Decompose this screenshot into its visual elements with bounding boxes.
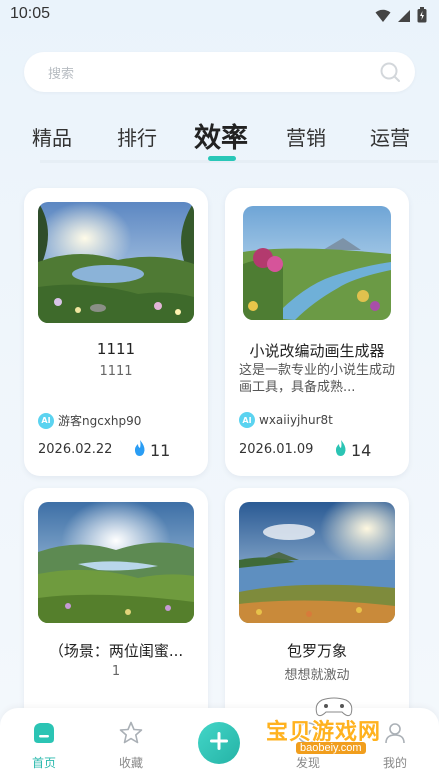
likes-count: 14	[351, 440, 372, 460]
search-placeholder: 搜索	[48, 67, 75, 82]
tab-active-indicator	[208, 156, 236, 161]
status-icons	[375, 7, 427, 27]
tab-efficiency[interactable]: 效率	[194, 116, 248, 155]
search-input[interactable]: 搜索	[24, 52, 415, 92]
app-card[interactable]: 小说改编动画生成器 这是一款专业的小说生成动画工具，具备成熟... AI wxa…	[225, 188, 409, 476]
card-author: AI wxaiiyjhur8t	[239, 412, 333, 428]
add-button[interactable]	[198, 722, 240, 764]
likes-count: 11	[150, 440, 171, 460]
card-thumbnail	[239, 502, 395, 623]
app-card[interactable]: （场景：两位闺蜜... 1	[24, 488, 208, 728]
signal-icon	[397, 8, 411, 27]
nav-home-label: 首页	[31, 756, 56, 770]
card-thumbnail	[38, 202, 194, 323]
card-title: 小说改编动画生成器	[249, 342, 385, 360]
tab-marketing[interactable]: 营销	[286, 122, 326, 151]
card-subtitle: 1111	[99, 364, 133, 379]
tab-scroll-track	[40, 160, 438, 163]
flame-icon	[335, 440, 347, 460]
search-icon[interactable]	[379, 61, 401, 87]
watermark-url: baobeiy.com	[296, 742, 366, 754]
card-likes: 11	[134, 440, 170, 460]
tab-operations[interactable]: 运营	[370, 122, 410, 151]
ai-avatar-icon: AI	[239, 412, 255, 428]
flame-icon	[134, 440, 146, 460]
site-watermark: 宝贝游戏网 baobeiy.com	[262, 697, 412, 758]
card-date: 2026.01.09	[239, 442, 314, 457]
ai-avatar-icon: AI	[38, 412, 54, 429]
nav-home[interactable]: 首页	[14, 720, 74, 771]
card-thumbnail	[38, 502, 194, 623]
card-title: 1111	[96, 340, 136, 358]
card-subtitle: 想想就激动	[284, 668, 350, 683]
card-title: 包罗万象	[286, 642, 347, 660]
author-name: wxaiiyjhur8t	[259, 413, 333, 427]
tab-featured[interactable]: 精品	[32, 122, 72, 151]
nav-favorites-label: 收藏	[118, 756, 143, 770]
tab-ranking[interactable]: 排行	[117, 122, 157, 151]
card-thumbnail	[243, 206, 391, 320]
status-bar: 10:05	[0, 0, 439, 32]
home-icon	[31, 723, 57, 750]
app-card[interactable]: 1111 1111 AI 游客ngcxhp90 2026.02.22 11	[24, 188, 208, 476]
wifi-icon	[375, 8, 391, 27]
plus-icon	[209, 731, 229, 755]
nav-favorites[interactable]: 收藏	[101, 720, 161, 771]
card-date: 2026.02.22	[38, 442, 113, 457]
app-card[interactable]: 包罗万象 想想就激动	[225, 488, 409, 728]
author-name: 游客ngcxhp90	[58, 414, 142, 428]
status-time: 10:05	[10, 5, 51, 22]
star-icon	[118, 721, 144, 750]
card-likes: 14	[335, 440, 371, 460]
card-subtitle: 1	[111, 664, 121, 679]
card-title: （场景：两位闺蜜...	[48, 642, 184, 660]
battery-icon	[417, 7, 427, 27]
card-description: 这是一款专业的小说生成动画工具，具备成熟...	[239, 363, 396, 395]
card-author: AI 游客ngcxhp90	[38, 412, 141, 429]
category-tabs: 精品 排行 效率 营销 运营	[0, 112, 439, 163]
